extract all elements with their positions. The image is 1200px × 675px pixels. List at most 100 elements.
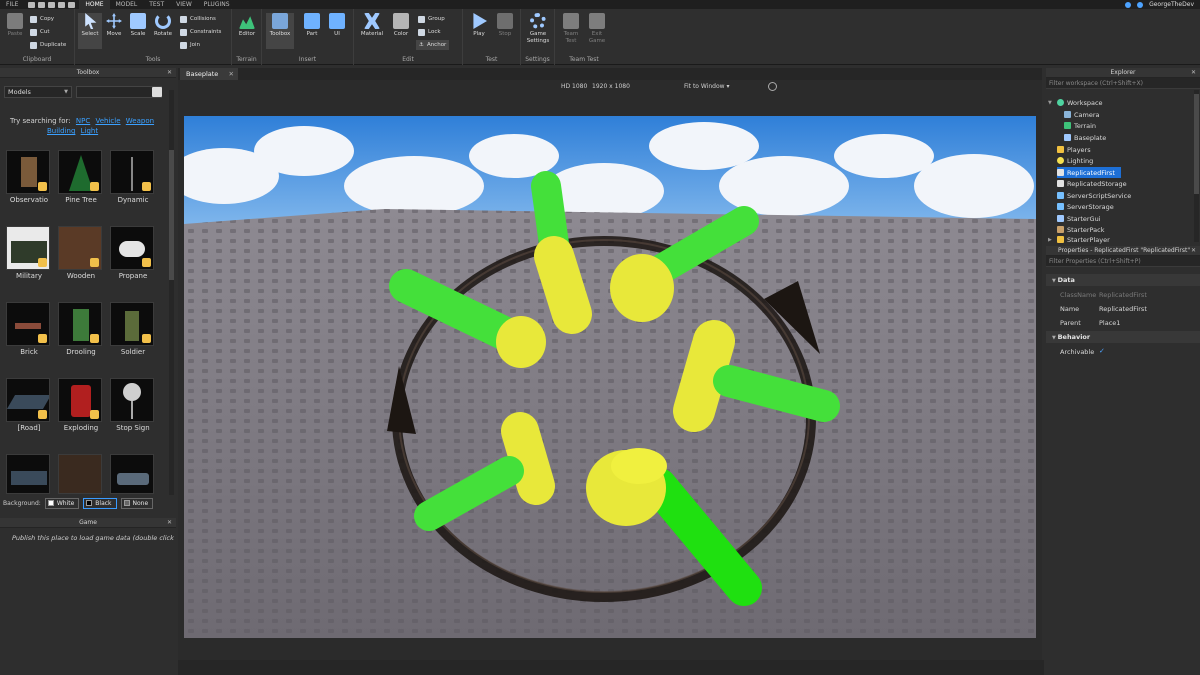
property-name[interactable]: Name ReplicatedFirst — [1046, 302, 1200, 316]
background-none-button[interactable]: None — [120, 497, 154, 509]
anchor-button[interactable]: ⚓ Anchor — [416, 40, 450, 50]
close-icon[interactable]: ✕ — [1190, 246, 1196, 255]
checkmark-icon[interactable]: ✓ — [1099, 348, 1106, 355]
explorer-item-replicatedfirst[interactable]: ReplicatedFirst — [1057, 167, 1121, 178]
property-parent[interactable]: Parent Place1 — [1046, 316, 1200, 330]
explorer-item-serverstorage[interactable]: ServerStorage — [1057, 201, 1114, 212]
suggestion-building[interactable]: Building — [47, 127, 75, 135]
background-black-button[interactable]: Black — [83, 497, 117, 509]
help-icon[interactable] — [1137, 1, 1144, 8]
team-test-button[interactable]: Team Test — [559, 13, 583, 45]
3d-viewport[interactable] — [178, 94, 1042, 660]
tab-baseplate[interactable]: Baseplate ✕ — [180, 68, 238, 80]
explorer-scrollbar[interactable] — [1194, 90, 1199, 242]
exit-game-button[interactable]: Exit Game — [585, 13, 609, 45]
tab-home[interactable]: HOME — [79, 0, 110, 9]
toolbox-item-wooden[interactable]: Wooden — [58, 226, 104, 280]
new-file-icon[interactable] — [58, 1, 66, 8]
play-button[interactable]: Play — [467, 13, 491, 37]
select-button[interactable]: Select — [78, 13, 102, 49]
constraints-button[interactable]: Constraints — [180, 27, 221, 37]
redo-icon[interactable] — [48, 1, 56, 8]
fit-dropdown[interactable]: Fit to Window ▾ — [684, 83, 729, 90]
category-behavior[interactable]: ▼ Behavior — [1046, 331, 1200, 343]
duplicate-button[interactable]: Duplicate — [30, 40, 66, 50]
open-file-icon[interactable] — [68, 1, 76, 8]
rotate-device-icon[interactable] — [768, 82, 777, 91]
scene-render[interactable] — [184, 116, 1036, 638]
explorer-item-baseplate[interactable]: Baseplate — [1064, 132, 1106, 143]
toolbox-item-exploding[interactable]: Exploding — [58, 378, 104, 432]
explorer-item-startergui[interactable]: StarterGui — [1057, 213, 1101, 224]
toolbox-item-propane[interactable]: Propane — [110, 226, 156, 280]
scrollbar-thumb[interactable] — [1194, 94, 1199, 194]
explorer-item-replicatedstorage[interactable]: ReplicatedStorage — [1057, 178, 1127, 189]
game-message[interactable]: Publish this place to load game data (do… — [0, 528, 176, 542]
close-tab-icon[interactable]: ✕ — [229, 68, 234, 80]
toolbox-item-road-2[interactable] — [6, 454, 52, 494]
cut-button[interactable]: Cut — [30, 27, 49, 37]
copy-button[interactable]: Copy — [30, 14, 54, 24]
paste-button[interactable]: Paste — [3, 13, 27, 37]
toolbox-item-dynamic[interactable]: Dynamic — [110, 150, 156, 204]
explorer-item-lighting[interactable]: Lighting — [1057, 155, 1093, 166]
suggestion-npc[interactable]: NPC — [76, 117, 90, 125]
username[interactable]: GeorgeTheDev — [1149, 0, 1194, 9]
share-icon[interactable] — [1125, 1, 1132, 8]
rotate-button[interactable]: Rotate — [151, 13, 175, 37]
properties-filter-input[interactable]: Filter Properties (Ctrl+Shift+P) — [1046, 256, 1200, 267]
part-button[interactable]: Part — [300, 13, 324, 37]
move-button[interactable]: Move — [102, 13, 126, 37]
property-archivable[interactable]: Archivable ✓ — [1046, 345, 1200, 359]
toolbox-item-road[interactable]: [Road] — [6, 378, 52, 432]
toolbox-item-military[interactable]: Military — [6, 226, 52, 280]
undo-icon[interactable] — [38, 1, 46, 8]
toolbox-item-observatory[interactable]: Observatio — [6, 150, 52, 204]
suggestion-vehicle[interactable]: Vehicle — [95, 117, 120, 125]
toolbox-search-input[interactable] — [76, 86, 162, 98]
stop-button[interactable]: Stop — [493, 13, 517, 37]
lock-button[interactable]: Lock — [418, 27, 441, 37]
explorer-item-terrain[interactable]: Terrain — [1064, 120, 1096, 131]
join-button[interactable]: Join — [180, 40, 200, 50]
scrollbar-thumb[interactable] — [169, 150, 174, 280]
toolbox-item-soldier[interactable]: Soldier — [110, 302, 156, 356]
suggestion-light[interactable]: Light — [81, 127, 98, 135]
toolbox-item-stop-sign[interactable]: Stop Sign — [110, 378, 156, 432]
chevron-right-icon[interactable]: ▶ — [1048, 237, 1054, 243]
scale-button[interactable]: Scale — [126, 13, 150, 37]
resolution-label[interactable]: HD 1080 — [561, 83, 587, 90]
game-settings-button[interactable]: Game Settings — [526, 13, 550, 45]
search-icon[interactable] — [152, 87, 162, 97]
toolbox-item-brick[interactable]: Brick — [6, 302, 52, 356]
close-icon[interactable]: ✕ — [1191, 68, 1196, 78]
tab-test[interactable]: TEST — [143, 0, 170, 9]
tab-view[interactable]: VIEW — [170, 0, 198, 9]
explorer-item-players[interactable]: Players — [1057, 144, 1091, 155]
background-white-button[interactable]: White — [44, 497, 80, 509]
collisions-button[interactable]: Collisions — [180, 14, 216, 24]
toolbox-item-road-3[interactable] — [58, 454, 104, 494]
ui-button[interactable]: UI — [325, 13, 349, 37]
tab-model[interactable]: MODEL — [110, 0, 144, 9]
save-icon[interactable] — [28, 1, 36, 8]
suggestion-weapon[interactable]: Weapon — [126, 117, 154, 125]
explorer-item-starterplayer[interactable]: ▶ StarterPlayer — [1048, 235, 1110, 244]
toolbox-button[interactable]: Toolbox — [266, 13, 294, 49]
close-icon[interactable]: ✕ — [167, 68, 172, 78]
explorer-item-camera[interactable]: Camera — [1064, 109, 1100, 120]
explorer-item-serverscriptservice[interactable]: ServerScriptService — [1057, 190, 1131, 201]
toolbox-item-car[interactable] — [110, 454, 156, 494]
color-button[interactable]: Color — [389, 13, 413, 37]
chevron-down-icon[interactable]: ▼ — [1048, 100, 1054, 106]
tab-plugins[interactable]: PLUGINS — [198, 0, 236, 9]
terrain-editor-button[interactable]: Editor — [235, 13, 259, 37]
close-icon[interactable]: ✕ — [167, 518, 172, 528]
group-button[interactable]: Group — [418, 14, 445, 24]
explorer-item-workspace[interactable]: ▼ Workspace — [1048, 97, 1103, 108]
category-dropdown[interactable]: Models ▼ — [4, 86, 72, 98]
explorer-item-starterpack[interactable]: StarterPack — [1057, 224, 1105, 235]
explorer-filter-input[interactable]: Filter workspace (Ctrl+Shift+X) — [1046, 78, 1200, 89]
toolbox-scrollbar[interactable] — [169, 90, 174, 510]
toolbox-item-pine-tree[interactable]: Pine Tree — [58, 150, 104, 204]
